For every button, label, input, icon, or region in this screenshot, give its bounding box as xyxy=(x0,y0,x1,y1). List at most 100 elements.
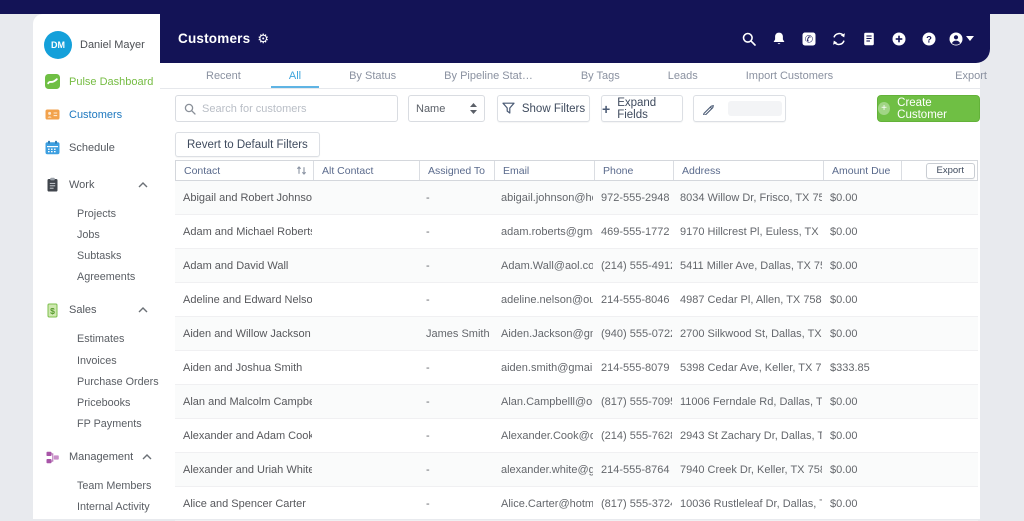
help-icon[interactable]: ? xyxy=(918,28,939,49)
table-row[interactable]: Aiden and Willow Jackson James Smith Aid… xyxy=(175,317,978,351)
sort-by-value: Name xyxy=(416,102,446,115)
sidebar-item-pulse-dashboard[interactable]: Pulse Dashboard xyxy=(33,65,160,98)
table-row[interactable]: Aiden and Joshua Smith - aiden.smith@gma… xyxy=(175,351,978,385)
cell-contact[interactable]: Alexander and Uriah White xyxy=(175,464,312,476)
header-bar: Customers ⚙ ✆ ? xyxy=(160,0,990,63)
table-header-row: Contact Alt Contact Assigned To Email Ph… xyxy=(175,160,978,181)
sidebar-group-sales[interactable]: $ Sales xyxy=(33,294,160,327)
account-icon[interactable] xyxy=(948,28,974,49)
sidebar-item-schedule[interactable]: Schedule xyxy=(33,131,160,164)
management-icon xyxy=(46,451,59,463)
cell-address: 10036 Rustleleaf Dr, Dallas, TX 75238 xyxy=(680,497,822,510)
user-menu[interactable]: DM Daniel Mayer xyxy=(33,14,160,65)
sort-icon[interactable] xyxy=(296,165,307,176)
sidebar-subitem[interactable]: Agreements xyxy=(77,267,160,288)
revert-default-filters-button[interactable]: Revert to Default Filters xyxy=(175,132,320,157)
sidebar-subitem[interactable]: Pricebooks xyxy=(77,392,160,413)
add-icon[interactable] xyxy=(888,28,909,49)
sort-by-select[interactable]: Name xyxy=(408,95,485,122)
sidebar-subitem[interactable]: Team Members xyxy=(77,476,160,497)
table-row[interactable]: Abigail and Robert Johnson - abigail.joh… xyxy=(175,181,978,215)
cell-contact[interactable]: Alice and Spencer Carter xyxy=(175,498,312,510)
customer-search-box[interactable] xyxy=(175,95,398,122)
expand-fields-button[interactable]: + Expand Fields xyxy=(601,95,683,122)
bulk-edit-button[interactable] xyxy=(693,95,786,122)
sidebar-subitem[interactable]: Jobs xyxy=(77,224,160,245)
sidebar-subitem[interactable]: Invoices xyxy=(77,350,160,371)
sidebar-group-work[interactable]: Work xyxy=(33,168,160,201)
file-icon[interactable] xyxy=(858,28,879,49)
cell-amount-due: $0.00 xyxy=(830,463,858,476)
tab-recent[interactable]: Recent xyxy=(206,63,241,88)
cell-amount-due: $333.85 xyxy=(830,361,870,374)
table-row[interactable]: Adeline and Edward Nelson - adeline.nels… xyxy=(175,283,978,317)
sync-icon[interactable] xyxy=(828,28,849,49)
sidebar-subitem[interactable]: Subtasks xyxy=(77,245,160,266)
tab-by-pipeline-stage[interactable]: By Pipeline Stat… xyxy=(444,63,533,88)
cell-contact[interactable]: Aiden and Joshua Smith xyxy=(175,362,312,374)
col-header-address[interactable]: Address xyxy=(673,161,823,180)
tab-all[interactable]: All xyxy=(270,63,320,88)
table-row[interactable]: Adam and Michael Roberts - adam.roberts@… xyxy=(175,215,978,249)
svg-text:?: ? xyxy=(926,34,932,45)
plus-circle-icon: + xyxy=(878,102,891,115)
search-icon[interactable] xyxy=(738,28,759,49)
sidebar-item-customers[interactable]: Customers xyxy=(33,98,160,131)
table-row[interactable]: Alexander and Adam Cook - Alexander.Cook… xyxy=(175,419,978,453)
customers-icon xyxy=(45,109,60,120)
col-header-contact[interactable]: Contact xyxy=(176,161,313,180)
table-row[interactable]: Adam and David Wall - Adam.Wall@aol.com … xyxy=(175,249,978,283)
tab-by-tags[interactable]: By Tags xyxy=(581,63,620,88)
sidebar-subitem[interactable]: FP Payments xyxy=(77,414,160,435)
tab-leads[interactable]: Leads xyxy=(668,63,698,88)
table-row[interactable]: Alan and Malcolm Campbelll - Alan.Campbe… xyxy=(175,385,978,419)
sidebar-subitem[interactable]: Projects xyxy=(77,203,160,224)
cell-amount-due: $0.00 xyxy=(830,395,858,408)
sidebar-subitem[interactable]: Estimates xyxy=(77,329,160,350)
stepper-icon xyxy=(470,103,477,114)
cell-address: 2943 St Zachary Dr, Dallas, TX 75233 xyxy=(680,429,822,442)
col-header-email[interactable]: Email xyxy=(494,161,594,180)
cell-contact[interactable]: Aiden and Willow Jackson xyxy=(175,328,312,340)
chevron-up-icon xyxy=(142,454,152,460)
calendar-icon xyxy=(45,140,60,155)
cell-contact[interactable]: Alexander and Adam Cook xyxy=(175,430,312,442)
tab-by-status[interactable]: By Status xyxy=(349,63,396,88)
col-header-assigned-to[interactable]: Assigned To xyxy=(419,161,494,180)
cell-address: 2700 Silkwood St, Dallas, TX 75215 xyxy=(680,327,822,340)
cell-contact[interactable]: Adeline and Edward Nelson xyxy=(175,294,312,306)
cell-phone: 214-555-8079 xyxy=(601,361,670,374)
table-row[interactable]: Alexander and Uriah White - alexander.wh… xyxy=(175,453,978,487)
cell-phone: (214) 555-7628 xyxy=(601,429,672,442)
table-row[interactable]: Alice and Spencer Carter - Alice.Carter@… xyxy=(175,487,978,521)
table-export-button[interactable]: Export xyxy=(925,162,975,179)
user-name: Daniel Mayer xyxy=(80,39,145,51)
chevron-up-icon xyxy=(138,307,148,313)
cell-phone: (940) 555-0722 xyxy=(601,327,672,340)
bell-icon[interactable] xyxy=(768,28,789,49)
cell-contact[interactable]: Alan and Malcolm Campbelll xyxy=(175,396,312,408)
tab-export[interactable]: Export xyxy=(955,63,987,88)
col-header-alt-contact[interactable]: Alt Contact xyxy=(313,161,419,180)
cell-contact[interactable]: Abigail and Robert Johnson xyxy=(175,192,312,204)
cell-assigned-to: - xyxy=(426,463,430,476)
sidebar-subitem[interactable]: Internal Activity xyxy=(77,497,160,518)
sidebar-group-management[interactable]: Management xyxy=(33,441,160,474)
col-header-amount-due[interactable]: Amount Due xyxy=(823,161,901,180)
create-customer-button[interactable]: + Create Customer xyxy=(877,95,980,122)
show-filters-button[interactable]: Show Filters xyxy=(497,95,590,122)
search-input[interactable] xyxy=(202,102,389,115)
col-header-phone[interactable]: Phone xyxy=(594,161,673,180)
cell-assigned-to: - xyxy=(426,259,430,272)
cell-contact[interactable]: Adam and David Wall xyxy=(175,260,312,272)
cell-email: alexander.white@gmail… xyxy=(501,463,593,476)
sidebar-subitem[interactable]: Purchase Orders xyxy=(77,371,160,392)
cell-assigned-to: James Smith xyxy=(426,327,490,340)
tab-import-customers[interactable]: Import Customers xyxy=(746,63,833,88)
cell-contact[interactable]: Adam and Michael Roberts xyxy=(175,226,312,238)
settings-gear-icon[interactable]: ⚙ xyxy=(257,31,269,47)
cell-address: 4987 Cedar Pl, Allen, TX 75892 xyxy=(680,293,822,306)
cell-amount-due: $0.00 xyxy=(830,293,858,306)
phone-icon[interactable]: ✆ xyxy=(798,28,819,49)
pulse-icon xyxy=(45,74,60,89)
